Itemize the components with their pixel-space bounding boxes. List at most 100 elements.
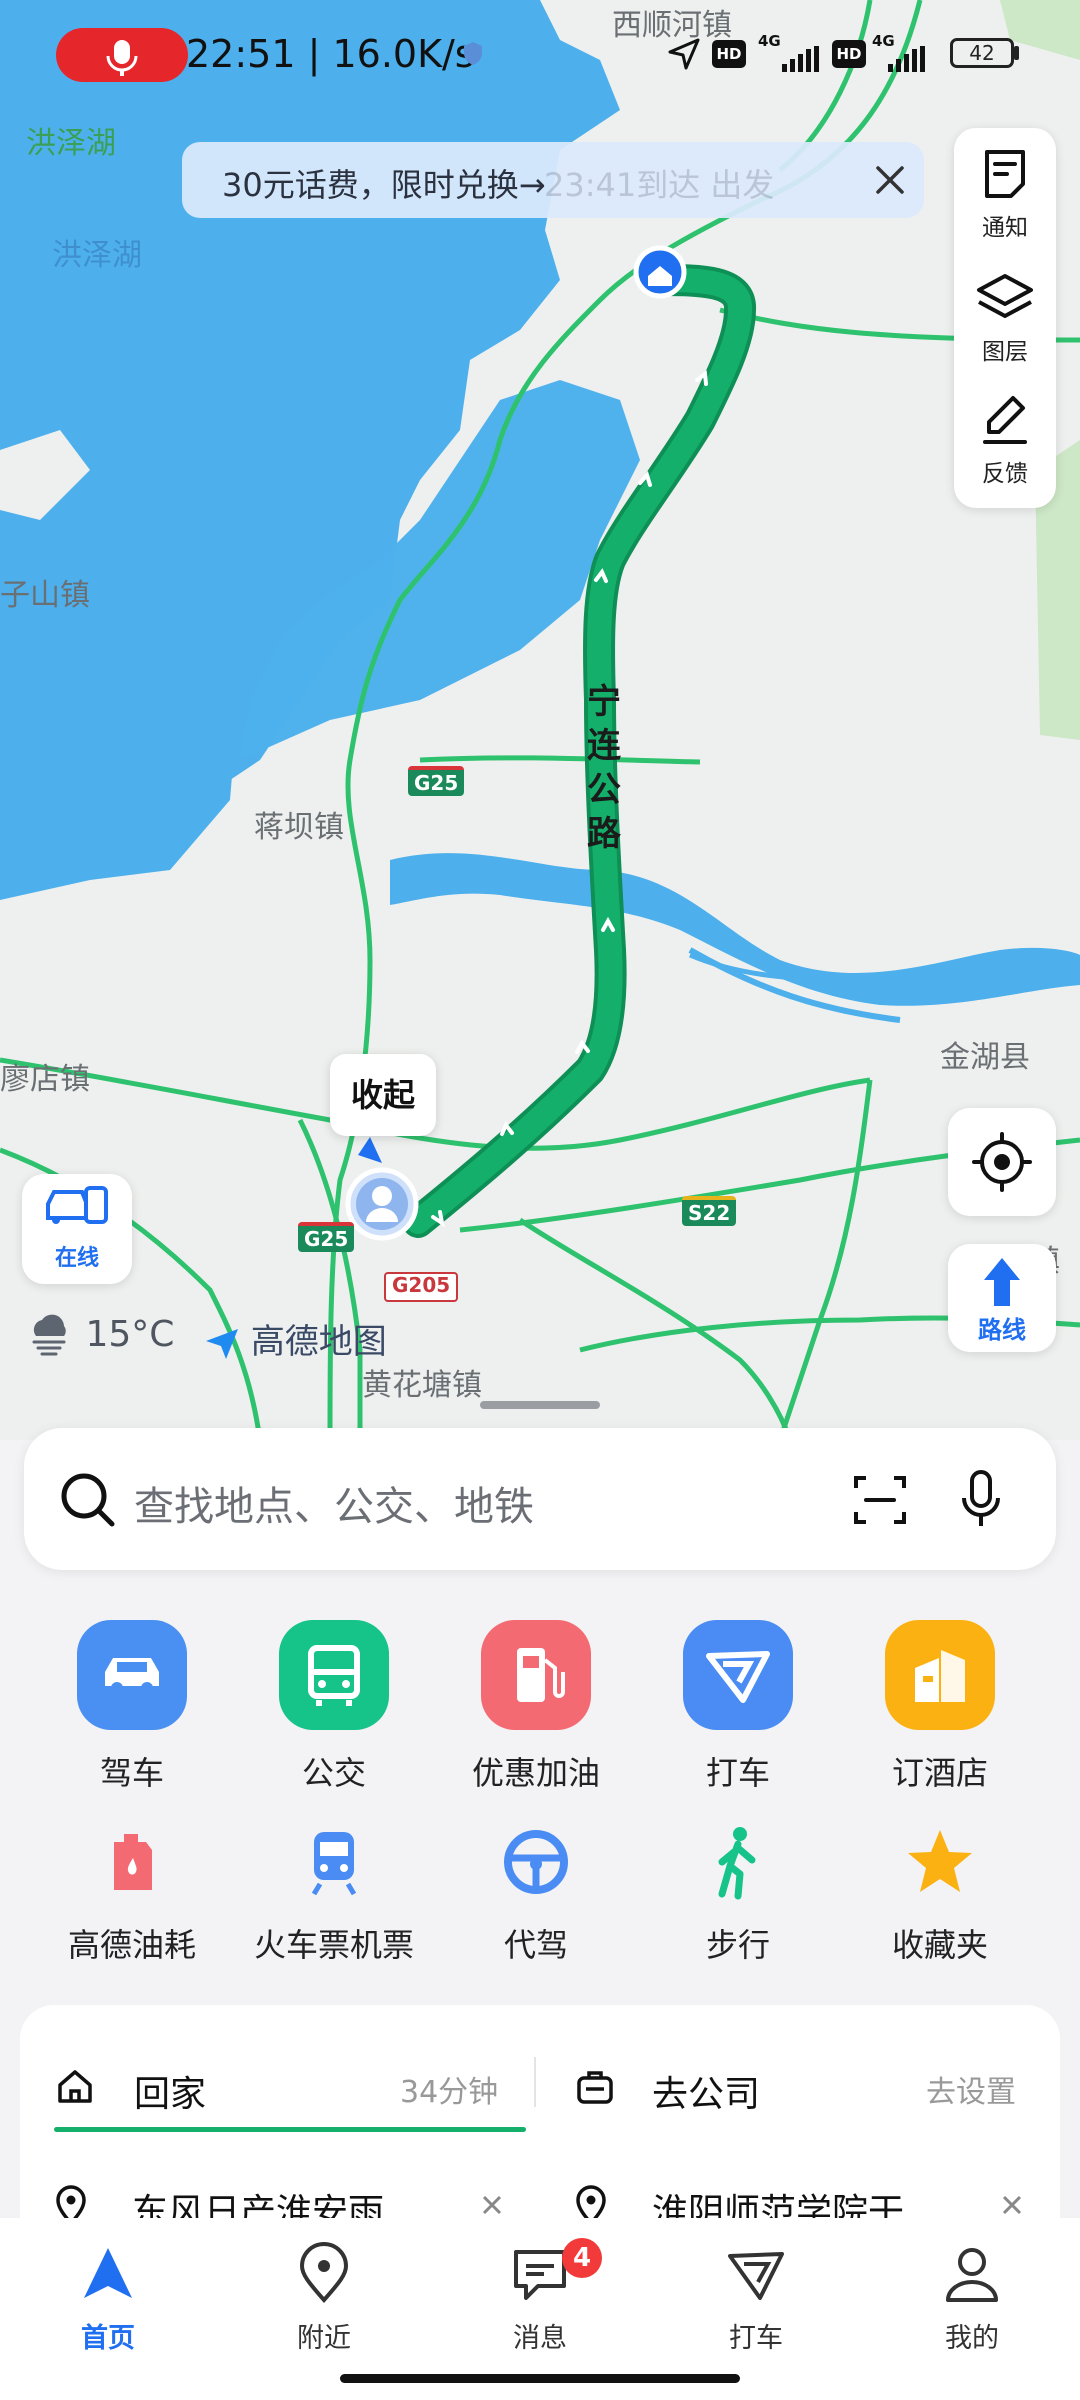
map-label-huanghuatang: 黄花塘镇: [362, 1368, 482, 1403]
brand-name: 高德地图: [250, 1322, 387, 1362]
road-name-char: 路: [587, 814, 621, 854]
cloud-rain-icon: [32, 1314, 66, 1356]
shield-check-icon: [464, 42, 482, 65]
map-label-hongzehu: 洪泽湖: [52, 238, 142, 273]
map-label-jiangba: 蒋坝镇: [254, 810, 344, 845]
quick-label: 收藏夹: [891, 1926, 988, 1964]
home-indicator[interactable]: [340, 2374, 740, 2383]
route-label: 路线: [978, 1316, 1026, 1344]
amap-logo: 高德地图: [204, 1314, 387, 1363]
location-pin-icon: [299, 2242, 349, 2304]
shield-g205: G205: [384, 1272, 459, 1302]
hotel-icon: [885, 1620, 995, 1730]
home-label[interactable]: 回家: [134, 2065, 206, 2117]
walk-icon: [698, 1822, 778, 1902]
layers-label: 图层: [982, 339, 1028, 365]
close-icon[interactable]: [998, 2191, 1026, 2219]
road-name-char: 公: [587, 770, 621, 810]
taxi-icon: [728, 2252, 784, 2300]
recording-indicator[interactable]: [56, 28, 188, 82]
quick-designated-driver[interactable]: 代驾: [436, 1822, 636, 1966]
signal-icon: [888, 46, 925, 72]
map-tool-panel: 通知 图层 反馈: [954, 128, 1056, 508]
work-shortcut[interactable]: [574, 2065, 616, 2107]
drag-handle[interactable]: [480, 1401, 600, 1409]
home-eta: 34分钟: [400, 2075, 499, 2110]
home-shortcut[interactable]: [54, 2065, 96, 2107]
notice-button[interactable]: 通知: [954, 146, 1056, 242]
quick-label: 步行: [705, 1926, 770, 1964]
close-icon[interactable]: [478, 2191, 506, 2219]
search-bar[interactable]: 查找地点、公交、地铁: [24, 1428, 1056, 1570]
battery-indicator: 42: [950, 38, 1014, 68]
amap-logo-icon: [206, 1328, 238, 1359]
promo-ghost-text: 23:41到达 出发: [544, 166, 775, 204]
nav-label: 首页: [81, 2323, 135, 2354]
crosshair-icon: [972, 1132, 1032, 1192]
online-label: 在线: [54, 1246, 99, 1271]
map-label-miaodian: 廖店镇: [0, 1062, 90, 1097]
quick-label: 订酒店: [891, 1754, 988, 1792]
active-tab-underline: [54, 2127, 526, 2132]
nav-label: 附近: [297, 2323, 351, 2354]
voice-icon[interactable]: [956, 1468, 1006, 1532]
quick-hotel[interactable]: 订酒店: [840, 1620, 1040, 1794]
steering-wheel-icon: [496, 1822, 576, 1902]
map-label-hongzehu-green: 洪泽湖: [26, 126, 116, 161]
taxi-icon: [683, 1620, 793, 1730]
nav-nearby[interactable]: 附近: [254, 2242, 394, 2355]
bus-icon: [279, 1620, 389, 1730]
collapse-bubble[interactable]: 收起: [330, 1054, 436, 1136]
nav-me[interactable]: 我的: [902, 2242, 1042, 2355]
battery-tip: [1014, 46, 1019, 60]
quick-bus[interactable]: 公交: [234, 1620, 434, 1794]
search-input[interactable]: 查找地点、公交、地铁: [134, 1474, 534, 1532]
nav-home[interactable]: 首页: [38, 2242, 178, 2355]
home-icon: [58, 2070, 92, 2103]
nav-messages[interactable]: 消息 4: [470, 2238, 610, 2355]
quick-drive[interactable]: 驾车: [32, 1620, 232, 1794]
train-icon: [294, 1822, 374, 1902]
nav-label: 我的: [945, 2323, 999, 2354]
feedback-button[interactable]: 反馈: [954, 392, 1056, 488]
map-label-jinhu: 金湖县: [940, 1040, 1030, 1075]
quick-label: 公交: [301, 1754, 366, 1792]
car-icon: [77, 1620, 187, 1730]
briefcase-icon: [577, 2071, 613, 2104]
fuel-icon: [481, 1620, 591, 1730]
shield-g25: G25: [408, 766, 465, 796]
fuel-can-icon: [92, 1822, 172, 1902]
work-label[interactable]: 去公司: [652, 2065, 760, 2117]
quick-walk[interactable]: 步行: [638, 1822, 838, 1966]
divider: [534, 2057, 536, 2107]
quick-label: 优惠加油: [471, 1754, 600, 1792]
shield-s22: S22: [682, 1196, 737, 1226]
status-time: 22:51 | 16.0K/s: [186, 32, 475, 76]
quick-taxi[interactable]: 打车: [638, 1620, 838, 1794]
star-icon: [900, 1822, 980, 1902]
scan-icon[interactable]: [850, 1470, 910, 1530]
road-name-char: 连: [587, 726, 621, 766]
signal-icon: [782, 46, 819, 72]
nav-label: 消息: [513, 2323, 567, 2354]
quick-label: 高德油耗: [67, 1926, 196, 1964]
work-setup-link[interactable]: 去设置: [926, 2067, 1016, 2111]
online-car-button[interactable]: 在线: [22, 1174, 132, 1284]
road-name-char: 宁: [587, 682, 621, 722]
close-icon[interactable]: [864, 154, 916, 206]
message-count-badge: 4: [562, 2238, 602, 2278]
promo-banner[interactable]: 23:41到达 出发 30元话费，限时兑换→: [182, 142, 924, 218]
layers-button[interactable]: 图层: [954, 270, 1056, 366]
notice-label: 通知: [982, 215, 1028, 241]
quick-fuel-consumption[interactable]: 高德油耗: [32, 1822, 232, 1966]
promo-text[interactable]: 30元话费，限时兑换→: [222, 160, 546, 206]
nav-taxi[interactable]: 打车: [686, 2242, 826, 2355]
route-button[interactable]: 路线: [948, 1244, 1056, 1352]
quick-favorites[interactable]: 收藏夹: [840, 1822, 1040, 1966]
home-nav-icon: [84, 2248, 132, 2298]
location-arrow-icon: [668, 38, 700, 70]
quick-train-flight[interactable]: 火车票机票: [234, 1822, 434, 1966]
quick-label: 驾车: [99, 1754, 164, 1792]
locate-me-button[interactable]: [948, 1108, 1056, 1216]
quick-fuel[interactable]: 优惠加油: [436, 1620, 636, 1794]
